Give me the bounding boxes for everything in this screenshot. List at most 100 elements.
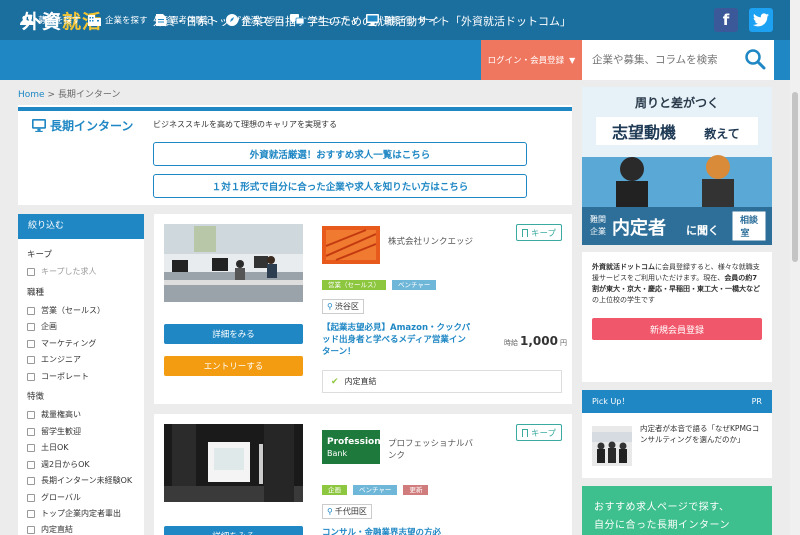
search-icon[interactable] — [744, 48, 766, 70]
breadcrumb: Home > 長期インターン — [18, 87, 120, 100]
page-subtitle: ビジネススキルを高めて理想のキャリアを実現する — [153, 120, 337, 129]
company-name[interactable]: プロフェッショナルバンク — [388, 438, 476, 462]
filter-panel: 絞り込む キープ キープした求人 職種 営業（セールス） 企画 マーケティング … — [18, 214, 144, 535]
job-card: 詳細をみる Professional Bank プロフェッショナルバンク キープ… — [154, 414, 572, 535]
checkbox[interactable] — [27, 460, 35, 469]
facebook-icon[interactable]: f — [714, 8, 738, 32]
sidebar-ad-banner[interactable]: 周りと差がつく 志望動機 教えて 難関 企業 内定者 に聞く 相談 室 — [582, 87, 772, 245]
nav-label: 選考体験記 — [170, 16, 213, 26]
logo-text-1: Professional — [327, 437, 380, 447]
filter-label: 週2日からOK — [41, 460, 90, 469]
keep-button[interactable]: キープ — [516, 224, 562, 241]
checkbox[interactable] — [27, 509, 35, 518]
nav-item-columns[interactable]: 就活コラム — [226, 0, 284, 40]
entry-button[interactable]: エントリーする — [164, 356, 303, 376]
register-button[interactable]: 新規会員登録 — [592, 318, 762, 340]
page-title-text: 長期インターン — [50, 119, 134, 133]
office-photo[interactable] — [164, 424, 303, 502]
tag: 更新 — [403, 485, 429, 495]
scrollbar-thumb[interactable] — [792, 92, 798, 262]
filter-checkbox[interactable]: 土日OK — [27, 442, 69, 453]
ad-line-3a: 難関 — [590, 214, 606, 224]
filter-group-job: 職種 — [27, 288, 45, 298]
detail-button[interactable]: 詳細をみる — [164, 324, 303, 344]
keep-button[interactable]: キープ — [516, 424, 562, 441]
office-photo[interactable] — [164, 224, 303, 302]
checkbox[interactable] — [27, 525, 35, 534]
recommend-banner[interactable]: おすすめ求人ページで探す、 自分に合った長期インターン — [582, 486, 772, 535]
rocket-icon — [226, 14, 238, 26]
filter-title: 絞り込む — [18, 214, 144, 239]
breadcrumb-home[interactable]: Home — [18, 90, 45, 100]
caret-down-icon: ▼ — [569, 55, 576, 65]
site-tagline: 外資・日系トップ企業を目指す学生のための就職活動サイト「外資就活ドットコム」 — [153, 15, 571, 28]
recommended-jobs-button[interactable]: 外資就活厳選！おすすめ求人一覧はこちら — [153, 142, 527, 166]
ad-badge-2: 室 — [740, 227, 749, 239]
one-on-one-button[interactable]: １対１形式で自分に合った企業や求人を知りたい方はこちら — [153, 174, 527, 198]
filter-checkbox[interactable]: 留学生歓迎 — [27, 426, 81, 437]
checkbox[interactable] — [27, 372, 35, 381]
filter-checkbox[interactable]: コーポレート — [27, 371, 89, 382]
checkbox[interactable] — [27, 493, 35, 502]
filter-checkbox[interactable]: 長期インターン未経験OK — [27, 475, 132, 486]
filter-checkbox[interactable]: 週2日からOK — [27, 459, 90, 470]
nav-label: コミュニティ — [308, 16, 359, 26]
login-register-button[interactable]: ログイン・会員登録 ▼ — [481, 40, 582, 80]
ad-line-3d: に聞く — [686, 224, 719, 237]
filter-label: 営業（セールス） — [41, 306, 105, 315]
job-card: 詳細をみる エントリーする 株式会社リンクエッジ キープ 営業（セールス） ベン… — [154, 214, 572, 404]
pickup-article-title[interactable]: 内定者が本音で語る「なぜKPMGコンサルティングを選んだのか」 — [640, 424, 764, 445]
signup-text-2: の上位校の学生です — [592, 296, 655, 304]
filter-label: 留学生歓迎 — [41, 427, 81, 436]
nav-item-recruit[interactable]: 募集を探す — [20, 0, 81, 40]
location-badge: ⚲ 千代田区 — [322, 504, 372, 519]
breadcrumb-separator: > — [47, 90, 55, 100]
filter-label: 企画 — [41, 322, 57, 331]
twitter-icon[interactable] — [749, 8, 773, 32]
company-name[interactable]: 株式会社リンクエッジ — [388, 236, 476, 248]
job-title[interactable]: 【起業志望必見】Amazon・クックパッド出身者と学べるメディア営業インターン！ — [322, 322, 474, 358]
monitor-icon — [32, 119, 46, 132]
building-icon — [88, 15, 101, 26]
filter-checkbox[interactable]: 内定直結 — [27, 524, 73, 535]
nav-item-intern[interactable]: 長期インターン — [366, 0, 442, 40]
ad-line-2: 志望動機 — [612, 123, 676, 142]
checkbox[interactable] — [27, 427, 35, 436]
checkbox[interactable] — [27, 339, 35, 348]
nav-item-reports[interactable]: 選考体験記 — [156, 0, 213, 40]
filter-checkbox[interactable]: マーケティング — [27, 338, 96, 349]
search-input[interactable] — [592, 52, 732, 68]
filter-checkbox[interactable]: グローバル — [27, 492, 81, 503]
checkbox[interactable] — [27, 443, 35, 452]
filter-label: エンジニア — [41, 355, 81, 364]
nav-item-companies[interactable]: 企業を探す — [88, 0, 148, 40]
search-box — [582, 40, 774, 80]
nav-item-community[interactable]: コミュニティ — [290, 0, 359, 40]
wage-label: 時給 — [504, 339, 518, 347]
filter-checkbox[interactable]: トップ企業内定者輩出 — [27, 508, 121, 519]
checkbox[interactable] — [27, 410, 35, 419]
checkbox[interactable] — [27, 322, 35, 331]
filter-checkbox[interactable]: 営業（セールス） — [27, 305, 105, 316]
filter-checkbox[interactable]: 裁量権高い — [27, 409, 81, 420]
checkbox[interactable] — [27, 267, 35, 276]
filter-checkbox[interactable]: エンジニア — [27, 354, 81, 365]
checkbox[interactable] — [27, 476, 35, 485]
checkbox[interactable] — [27, 355, 35, 364]
filter-label: 内定直結 — [41, 525, 73, 534]
pickup-pr: PR — [751, 397, 762, 406]
pickup-thumbnail[interactable] — [592, 426, 632, 466]
recommend-line-1: おすすめ求人ページで探す、 — [594, 502, 730, 513]
job-title[interactable]: コンサル・金融業界志望の方必 — [322, 527, 474, 535]
filter-checkbox[interactable]: キープした求人 — [27, 266, 97, 277]
signup-description: 外資就活ドットコムに会員登録すると、様々な就職支援サービスをご利用いただけます。… — [592, 262, 764, 306]
pickup-box: Pick Up！ PR 内定者が本音で語る「なぜKPMGコンサルティングを選んだの… — [582, 390, 772, 478]
monitor-icon — [366, 14, 379, 26]
title-accent-bar — [18, 107, 572, 111]
filter-label: トップ企業内定者輩出 — [41, 509, 121, 518]
nav-label: 長期インターン — [383, 16, 443, 26]
page-scrollbar[interactable] — [790, 0, 800, 535]
detail-button[interactable]: 詳細をみる — [164, 526, 303, 535]
filter-checkbox[interactable]: 企画 — [27, 321, 57, 332]
checkbox[interactable] — [27, 306, 35, 315]
